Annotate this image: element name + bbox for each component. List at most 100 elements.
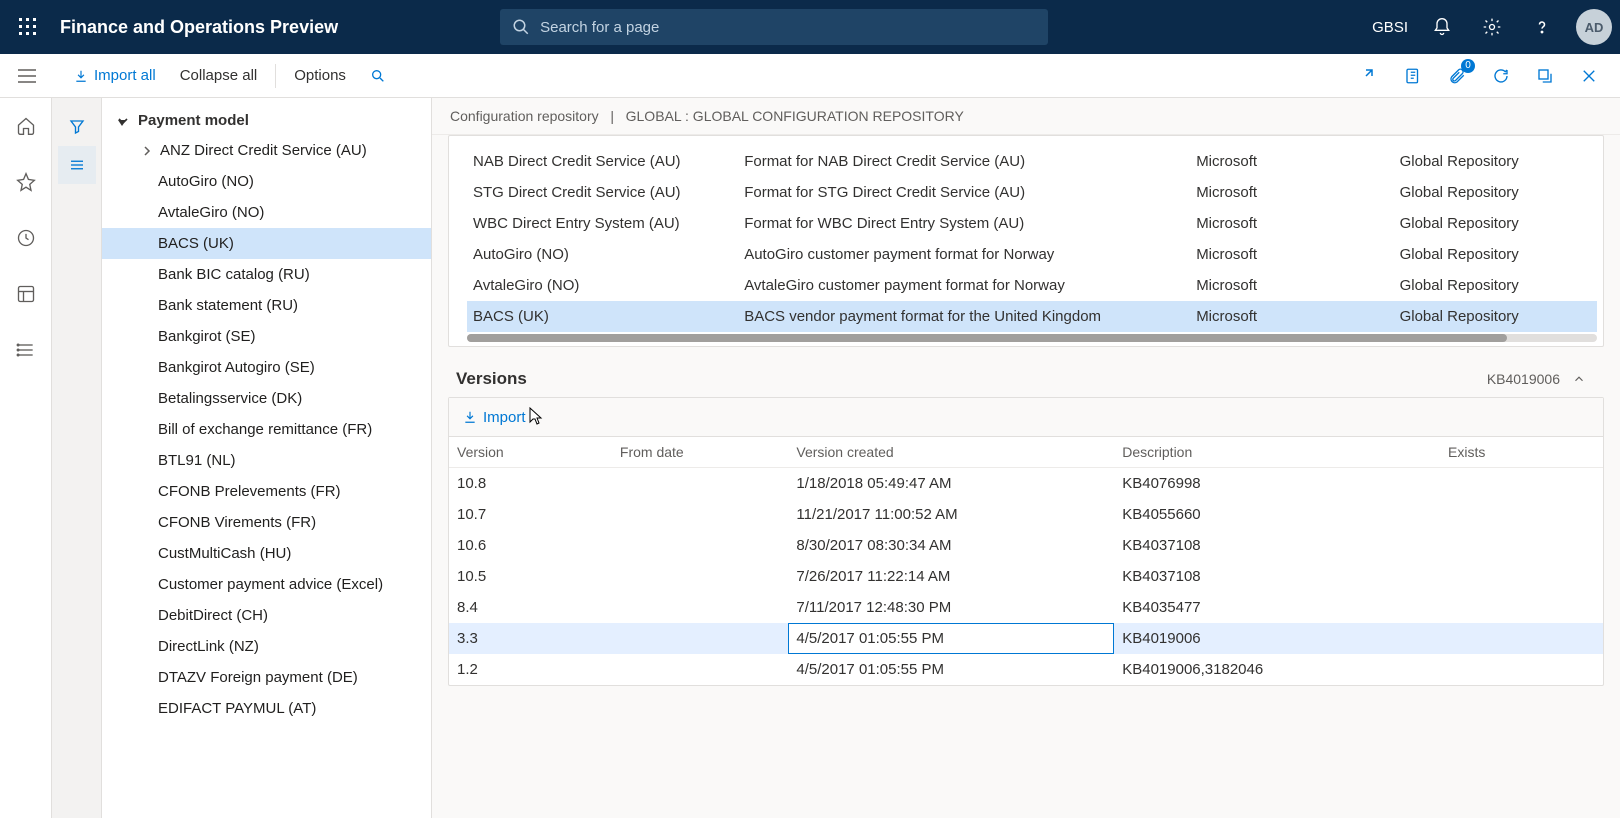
tree-item[interactable]: DebitDirect (CH) bbox=[102, 600, 431, 631]
table-row[interactable]: BACS (UK)BACS vendor payment format for … bbox=[467, 301, 1597, 332]
search-bar[interactable] bbox=[500, 9, 1048, 45]
versions-table[interactable]: Version From date Version created Descri… bbox=[449, 437, 1603, 685]
tree-item[interactable]: CFONB Prelevements (FR) bbox=[102, 476, 431, 507]
config-table[interactable]: NAB Direct Credit Service (AU)Format for… bbox=[467, 146, 1597, 332]
table-row[interactable]: WBC Direct Entry System (AU)Format for W… bbox=[467, 208, 1597, 239]
table-row[interactable]: AutoGiro (NO)AutoGiro customer payment f… bbox=[467, 239, 1597, 270]
tree-item[interactable]: Bankgirot Autogiro (SE) bbox=[102, 352, 431, 383]
chevron-up-icon[interactable] bbox=[1572, 372, 1586, 386]
table-cell bbox=[1440, 654, 1603, 685]
table-row[interactable]: 10.711/21/2017 11:00:52 AMKB4055660 bbox=[449, 499, 1603, 530]
topbar-right: GBSI AD bbox=[1372, 9, 1612, 45]
table-row[interactable]: 1.24/5/2017 01:05:55 PMKB4019006,3182046 bbox=[449, 654, 1603, 685]
tree-item[interactable]: DirectLink (NZ) bbox=[102, 631, 431, 662]
tree-item[interactable]: CFONB Virements (FR) bbox=[102, 507, 431, 538]
hamburger-icon[interactable] bbox=[18, 69, 36, 83]
search-input[interactable] bbox=[540, 19, 1036, 36]
table-cell: AutoGiro (NO) bbox=[467, 239, 738, 270]
versions-title: Versions bbox=[456, 369, 527, 389]
table-row[interactable]: 3.34/5/2017 01:05:55 PMKB4019006 bbox=[449, 623, 1603, 654]
table-cell: 10.7 bbox=[449, 499, 612, 530]
office-icon[interactable] bbox=[1398, 61, 1428, 91]
table-cell: Global Repository bbox=[1394, 177, 1597, 208]
avatar[interactable]: AD bbox=[1576, 9, 1612, 45]
attachments-icon[interactable]: 0 bbox=[1442, 61, 1472, 91]
col-exists[interactable]: Exists bbox=[1440, 437, 1603, 468]
modules-icon[interactable] bbox=[10, 334, 42, 366]
tree-item[interactable]: ANZ Direct Credit Service (AU) bbox=[102, 135, 431, 166]
table-row[interactable]: 8.47/11/2017 12:48:30 PMKB4035477 bbox=[449, 592, 1603, 623]
table-cell: Microsoft bbox=[1190, 146, 1393, 177]
close-icon[interactable] bbox=[1574, 61, 1604, 91]
table-cell: Microsoft bbox=[1190, 270, 1393, 301]
find-button[interactable] bbox=[358, 54, 398, 98]
tree-root[interactable]: Payment model bbox=[102, 98, 431, 135]
col-version[interactable]: Version bbox=[449, 437, 612, 468]
star-icon[interactable] bbox=[10, 166, 42, 198]
table-cell: KB4037108 bbox=[1114, 530, 1440, 561]
help-icon[interactable] bbox=[1526, 11, 1558, 43]
table-row[interactable]: AvtaleGiro (NO)AvtaleGiro customer payme… bbox=[467, 270, 1597, 301]
tree-item[interactable]: BTL91 (NL) bbox=[102, 445, 431, 476]
tree-item[interactable]: Customer payment advice (Excel) bbox=[102, 569, 431, 600]
col-created[interactable]: Version created bbox=[788, 437, 1114, 468]
filter-icon[interactable] bbox=[58, 108, 96, 146]
table-cell bbox=[612, 468, 788, 500]
home-icon[interactable] bbox=[10, 110, 42, 142]
list-view-icon[interactable] bbox=[58, 146, 96, 184]
versions-card: Import Version From date Version created… bbox=[448, 397, 1604, 686]
tree-item[interactable]: Bank BIC catalog (RU) bbox=[102, 259, 431, 290]
table-cell: 7/11/2017 12:48:30 PM bbox=[788, 592, 1114, 623]
tree-item[interactable]: EDIFACT PAYMUL (AT) bbox=[102, 693, 431, 724]
tree-item[interactable]: Bankgirot (SE) bbox=[102, 321, 431, 352]
table-row[interactable]: 10.81/18/2018 05:49:47 AMKB4076998 bbox=[449, 468, 1603, 500]
table-cell: Global Repository bbox=[1394, 301, 1597, 332]
collapse-all-button[interactable]: Collapse all bbox=[168, 54, 270, 98]
table-row[interactable]: 10.57/26/2017 11:22:14 AMKB4037108 bbox=[449, 561, 1603, 592]
table-row[interactable]: STG Direct Credit Service (AU)Format for… bbox=[467, 177, 1597, 208]
import-button[interactable]: Import bbox=[449, 398, 1603, 437]
breadcrumb-right: GLOBAL : GLOBAL CONFIGURATION REPOSITORY bbox=[626, 108, 964, 124]
table-row[interactable]: NAB Direct Credit Service (AU)Format for… bbox=[467, 146, 1597, 177]
link-icon[interactable] bbox=[1354, 61, 1384, 91]
triangle-down-icon bbox=[116, 117, 128, 129]
tree-list: ANZ Direct Credit Service (AU)AutoGiro (… bbox=[102, 135, 431, 724]
table-cell: Format for WBC Direct Entry System (AU) bbox=[738, 208, 1190, 239]
table-cell: KB4019006,3182046 bbox=[1114, 654, 1440, 685]
main-content[interactable]: NAB Direct Credit Service (AU)Format for… bbox=[432, 135, 1620, 818]
workspaces-icon[interactable] bbox=[10, 278, 42, 310]
tree-item[interactable]: Bank statement (RU) bbox=[102, 290, 431, 321]
tree-pane[interactable]: Payment model ANZ Direct Credit Service … bbox=[102, 98, 432, 818]
company-label[interactable]: GBSI bbox=[1372, 19, 1408, 36]
table-row[interactable]: 10.68/30/2017 08:30:34 AMKB4037108 bbox=[449, 530, 1603, 561]
col-desc[interactable]: Description bbox=[1114, 437, 1440, 468]
chevron-right-icon bbox=[140, 146, 154, 156]
tree-item[interactable]: DTAZV Foreign payment (DE) bbox=[102, 662, 431, 693]
tree-item[interactable]: Betalingsservice (DK) bbox=[102, 383, 431, 414]
top-bar: Finance and Operations Preview GBSI AD bbox=[0, 0, 1620, 54]
table-cell: 4/5/2017 01:05:55 PM bbox=[788, 654, 1114, 685]
import-all-button[interactable]: Import all bbox=[62, 54, 168, 98]
popout-icon[interactable] bbox=[1530, 61, 1560, 91]
horizontal-scrollbar[interactable] bbox=[467, 334, 1597, 342]
col-from[interactable]: From date bbox=[612, 437, 788, 468]
options-button[interactable]: Options bbox=[282, 54, 358, 98]
recent-icon[interactable] bbox=[10, 222, 42, 254]
tree-item[interactable]: BACS (UK) bbox=[102, 228, 431, 259]
waffle-icon[interactable] bbox=[8, 7, 48, 47]
table-cell bbox=[1440, 468, 1603, 500]
tree-item[interactable]: AutoGiro (NO) bbox=[102, 166, 431, 197]
tree-item[interactable]: AvtaleGiro (NO) bbox=[102, 197, 431, 228]
table-cell: 10.6 bbox=[449, 530, 612, 561]
table-cell: BACS (UK) bbox=[467, 301, 738, 332]
tree-item[interactable]: CustMultiCash (HU) bbox=[102, 538, 431, 569]
table-cell bbox=[612, 592, 788, 623]
bell-icon[interactable] bbox=[1426, 11, 1458, 43]
table-cell: 11/21/2017 11:00:52 AM bbox=[788, 499, 1114, 530]
refresh-icon[interactable] bbox=[1486, 61, 1516, 91]
table-cell bbox=[1440, 561, 1603, 592]
tree-item[interactable]: Bill of exchange remittance (FR) bbox=[102, 414, 431, 445]
gear-icon[interactable] bbox=[1476, 11, 1508, 43]
table-cell: KB4076998 bbox=[1114, 468, 1440, 500]
side-tool-strip bbox=[52, 98, 102, 818]
